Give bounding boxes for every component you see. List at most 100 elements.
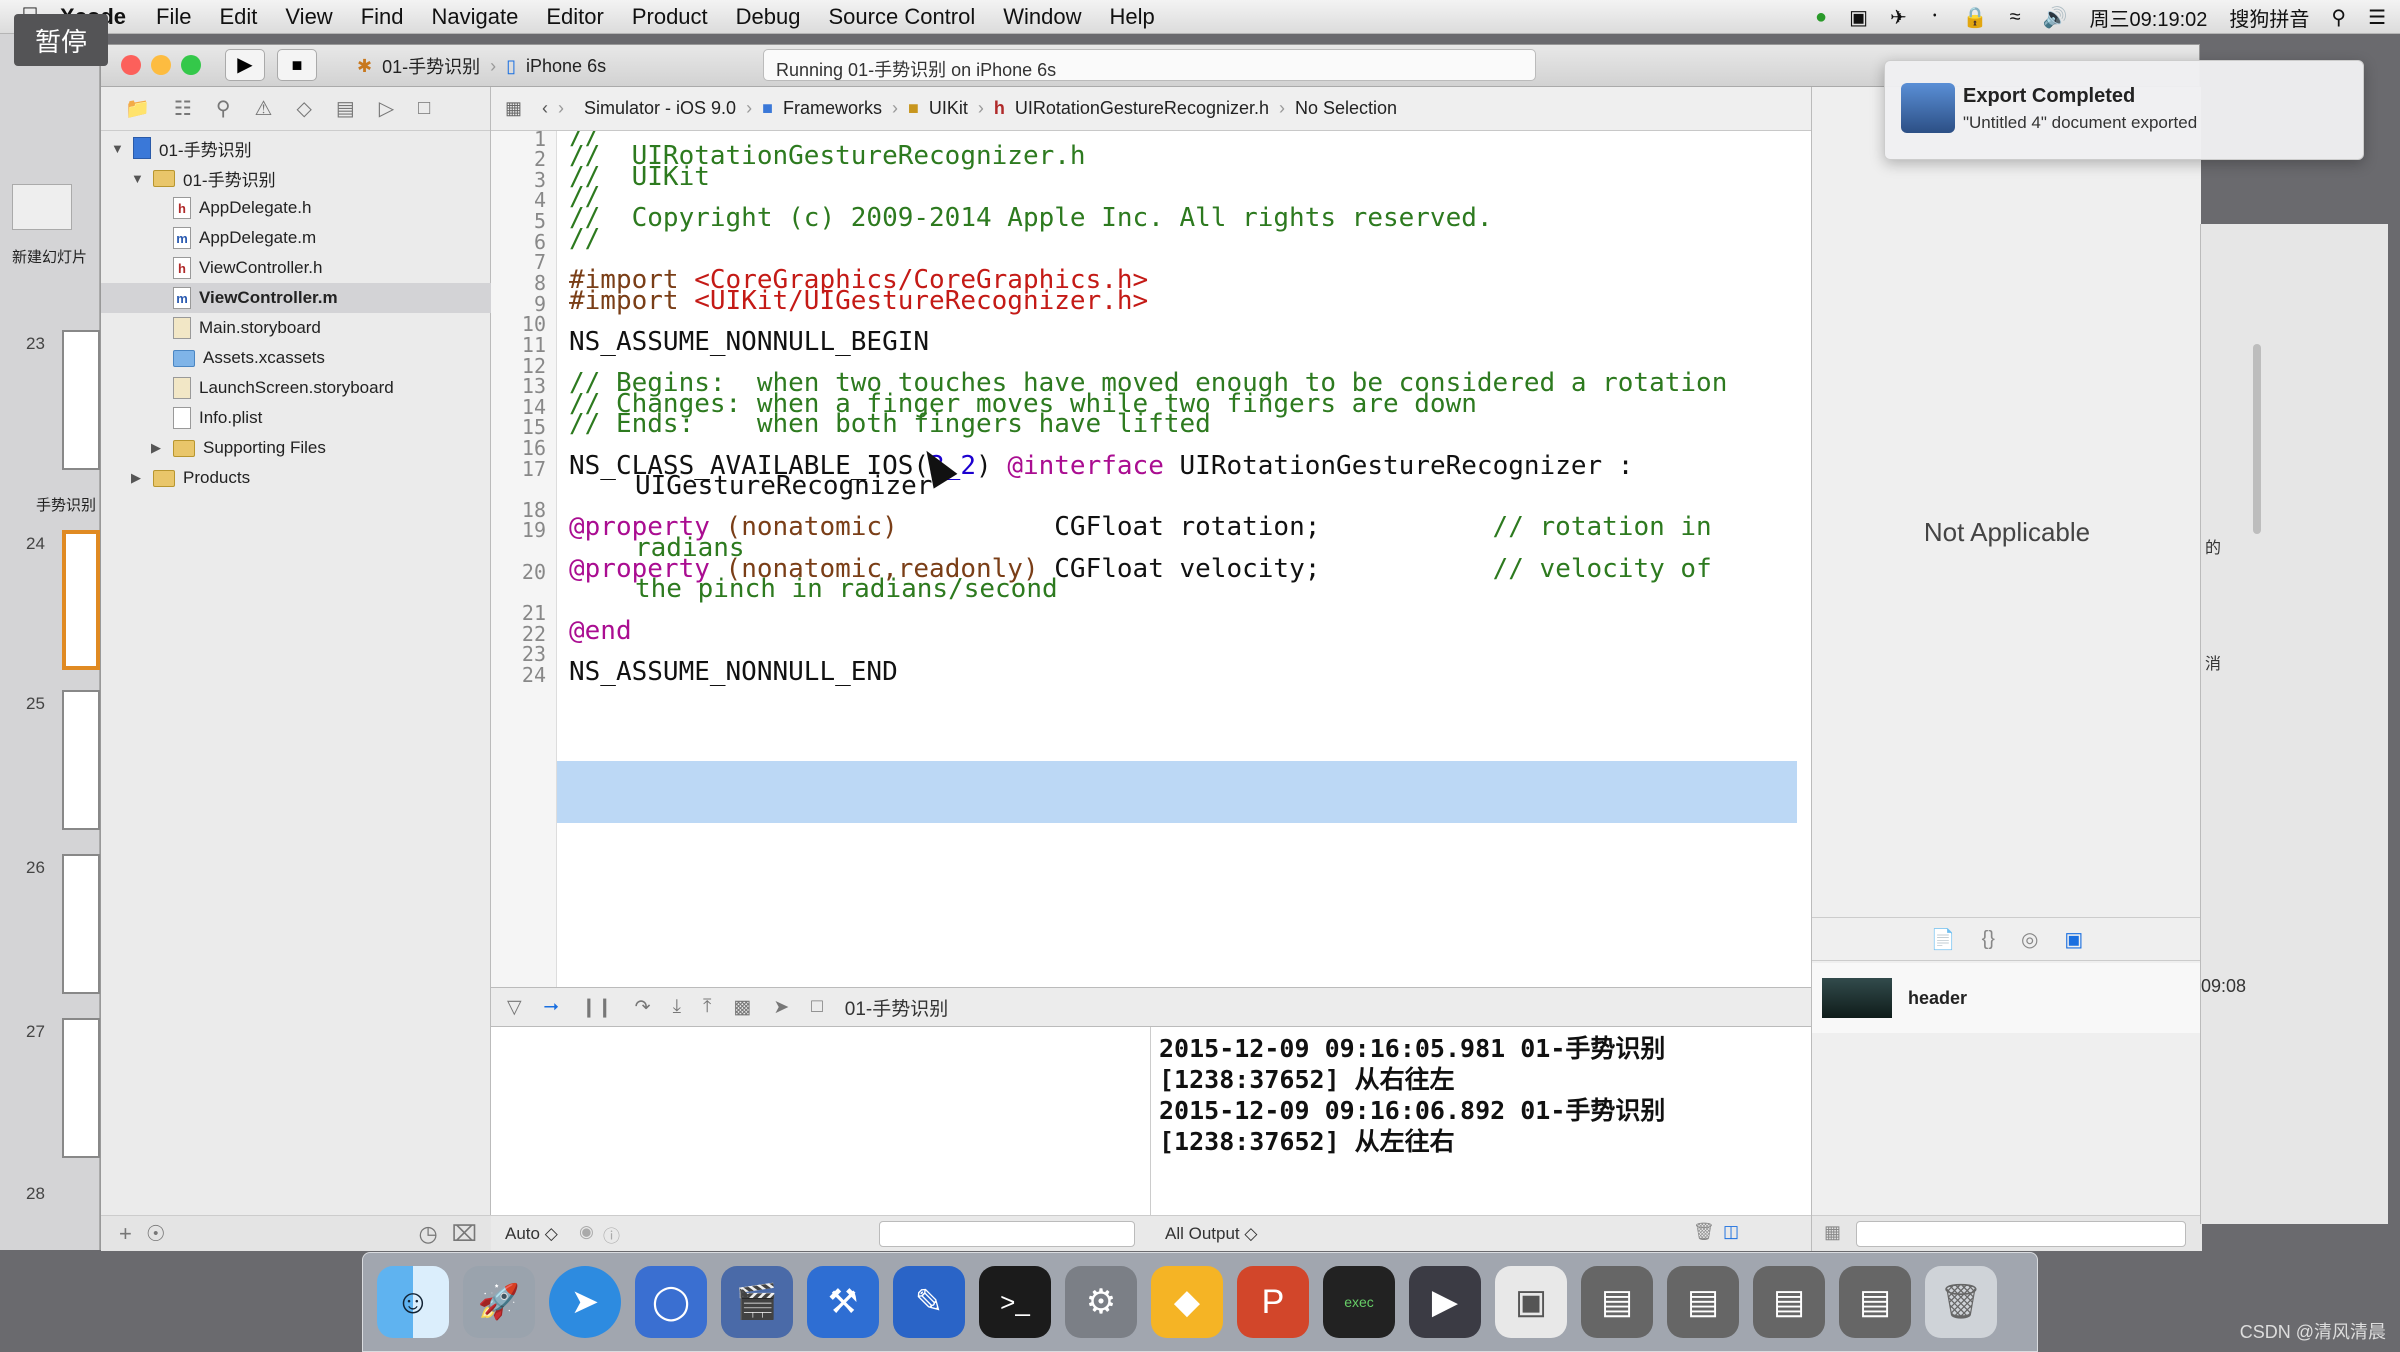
code-line-continuation[interactable]: the pinch in radians/second (635, 574, 1058, 604)
menu-source-control[interactable]: Source Control (829, 4, 976, 30)
step-into-icon[interactable]: ⤓ (673, 996, 681, 1018)
airplane-icon[interactable]: ✈ (1890, 5, 1907, 30)
hide-debug-area-icon[interactable]: ▽ (507, 996, 522, 1019)
project-navigator-folder-icon[interactable]: 📁 (125, 96, 150, 121)
pause-icon[interactable]: ❙❙ (581, 996, 613, 1019)
simulate-location-icon[interactable]: ➤ (773, 996, 789, 1019)
powerpoint-icon[interactable]: P (1237, 1266, 1309, 1338)
forward-icon[interactable]: › (558, 98, 564, 119)
issue-navigator-icon[interactable]: ⚠ (255, 96, 273, 121)
close-window-button[interactable] (121, 55, 141, 75)
menu-find[interactable]: Find (361, 4, 404, 30)
stop-button[interactable]: ■ (277, 49, 317, 81)
menu-view[interactable]: View (285, 4, 332, 30)
menu-edit[interactable]: Edit (219, 4, 257, 30)
menu-editor[interactable]: Editor (546, 4, 603, 30)
jump-bar-frameworks[interactable]: Frameworks (783, 98, 882, 119)
file-row[interactable]: m AppDelegate.m (173, 223, 316, 253)
code-line-continuation[interactable]: UIGestureRecognizer (635, 471, 932, 501)
disclosure-down-icon[interactable]: ▼ (111, 141, 125, 156)
minimize-window-button[interactable] (151, 55, 171, 75)
bluetooth-icon[interactable]: ᛫ (1929, 6, 1941, 29)
pause-badge[interactable]: 暂停 (14, 14, 108, 66)
trash-icon[interactable]: 🗑 (1693, 1222, 1715, 1242)
status-green-icon[interactable]: ● (1815, 6, 1827, 29)
trash-icon[interactable]: 🗑 (1925, 1266, 1997, 1338)
menu-debug[interactable]: Debug (736, 4, 801, 30)
system-preferences-icon[interactable]: ⚙ (1065, 1266, 1137, 1338)
jump-bar-sdk[interactable]: Simulator - iOS 9.0 (584, 98, 736, 119)
code-line[interactable]: @end (569, 616, 632, 646)
lock-icon[interactable]: 🔒 (1963, 5, 1988, 30)
slide-thumbnail[interactable] (62, 854, 100, 994)
zoom-window-button[interactable] (181, 55, 201, 75)
test-navigator-icon[interactable]: ◇ (296, 96, 311, 121)
info-icon[interactable]: ⓘ (603, 1222, 620, 1247)
media-library-icon[interactable]: ▣ (2064, 927, 2083, 952)
slide-thumbnail[interactable] (62, 330, 100, 470)
step-over-icon[interactable]: ↷ (635, 996, 651, 1019)
file-template-icon[interactable]: 📄 (1931, 927, 1956, 952)
code-line[interactable]: // (569, 224, 600, 254)
menu-file[interactable]: File (156, 4, 191, 30)
debug-navigator-icon[interactable]: ▤ (336, 96, 355, 121)
breakpoints-toggle-icon[interactable]: ⭢ (544, 996, 559, 1018)
add-icon[interactable]: + (119, 1221, 132, 1247)
launchpad-icon[interactable]: 🚀 (463, 1266, 535, 1338)
minimized-window-icon[interactable]: ▤ (1839, 1266, 1911, 1338)
supporting-files-row[interactable]: ▶ Supporting Files (151, 433, 326, 463)
camera-icon[interactable]: ▣ (1849, 5, 1868, 30)
quick-look-icon[interactable]: ◉ (579, 1222, 594, 1242)
minimized-window-icon[interactable]: ▤ (1581, 1266, 1653, 1338)
clock[interactable]: 周三09:19:02 (2090, 3, 2208, 32)
menu-product[interactable]: Product (632, 4, 708, 30)
code-snippet-icon[interactable]: {} (1982, 928, 1995, 951)
input-method[interactable]: 搜狗拼音 (2229, 3, 2309, 32)
products-row[interactable]: ▶ Products (131, 463, 250, 493)
debug-target-name[interactable]: 01-手势识别 (845, 994, 948, 1021)
scheme-selector[interactable]: ✱ 01-手势识别 › ▯ iPhone 6s (357, 51, 606, 81)
related-items-icon[interactable]: ▦ (505, 98, 522, 119)
view-debugger-icon[interactable]: ▩ (733, 996, 751, 1019)
split-view-icon[interactable]: ◫ (1723, 1222, 1739, 1242)
notification-center-icon[interactable]: ☰ (2368, 5, 2386, 30)
jump-bar-uikit[interactable]: UIKit (929, 98, 968, 119)
menu-window[interactable]: Window (1003, 4, 1081, 30)
disclosure-right-icon[interactable]: ▶ (151, 440, 165, 456)
minimized-window-icon[interactable]: ▤ (1753, 1266, 1825, 1338)
jump-bar-selection[interactable]: No Selection (1295, 98, 1397, 119)
file-row[interactable]: Assets.xcassets (173, 343, 325, 373)
slide-thumbnail[interactable] (62, 530, 100, 670)
quicktime-icon[interactable]: ▶ (1409, 1266, 1481, 1338)
instruments-icon[interactable]: ✎ (893, 1266, 965, 1338)
spotlight-icon[interactable]: ⚲ (2331, 5, 2346, 30)
file-row[interactable]: LaunchScreen.storyboard (173, 373, 394, 403)
code-line[interactable]: NS_ASSUME_NONNULL_END (569, 657, 898, 687)
object-library-icon[interactable]: ◎ (2021, 927, 2038, 952)
console-app-icon[interactable]: exec (1323, 1266, 1395, 1338)
disclosure-down-icon[interactable]: ▼ (131, 171, 145, 186)
menu-help[interactable]: Help (1110, 4, 1155, 30)
back-icon[interactable]: ‹ (542, 98, 548, 119)
keynote-icon[interactable]: 🎬 (721, 1266, 793, 1338)
safari-icon[interactable]: ➤ (549, 1266, 621, 1338)
scm-filter-icon[interactable]: ⌧ (452, 1221, 477, 1247)
symbol-navigator-icon[interactable]: ☷ (174, 96, 192, 121)
new-slide-button[interactable] (12, 184, 72, 230)
export-notification[interactable]: Export Completed "Untitled 4" document e… (1884, 60, 2364, 160)
recent-files-icon[interactable]: ◷ (418, 1221, 437, 1247)
minimized-window-icon[interactable]: ▤ (1667, 1266, 1739, 1338)
file-row[interactable]: Main.storyboard (173, 313, 321, 343)
wifi-icon[interactable]: ≈ (2010, 6, 2021, 29)
file-row[interactable]: Info.plist (173, 403, 262, 433)
find-navigator-icon[interactable]: ⚲ (216, 96, 231, 121)
volume-icon[interactable]: 🔊 (2043, 5, 2068, 30)
slide-thumbnail[interactable] (62, 1018, 100, 1158)
project-row[interactable]: ▼ 01-手势识别 (111, 133, 252, 163)
code-line[interactable]: // Copyright (c) 2009-2014 Apple Inc. Al… (569, 203, 1493, 233)
file-row[interactable]: h AppDelegate.h (173, 193, 311, 223)
xcode-icon[interactable]: ⚒ (807, 1266, 879, 1338)
background-scrollbar[interactable] (2253, 344, 2261, 534)
run-button[interactable]: ▶ (225, 49, 265, 81)
source-editor[interactable]: // // UIRotationGestureRecognizer.h // U… (557, 131, 1811, 987)
